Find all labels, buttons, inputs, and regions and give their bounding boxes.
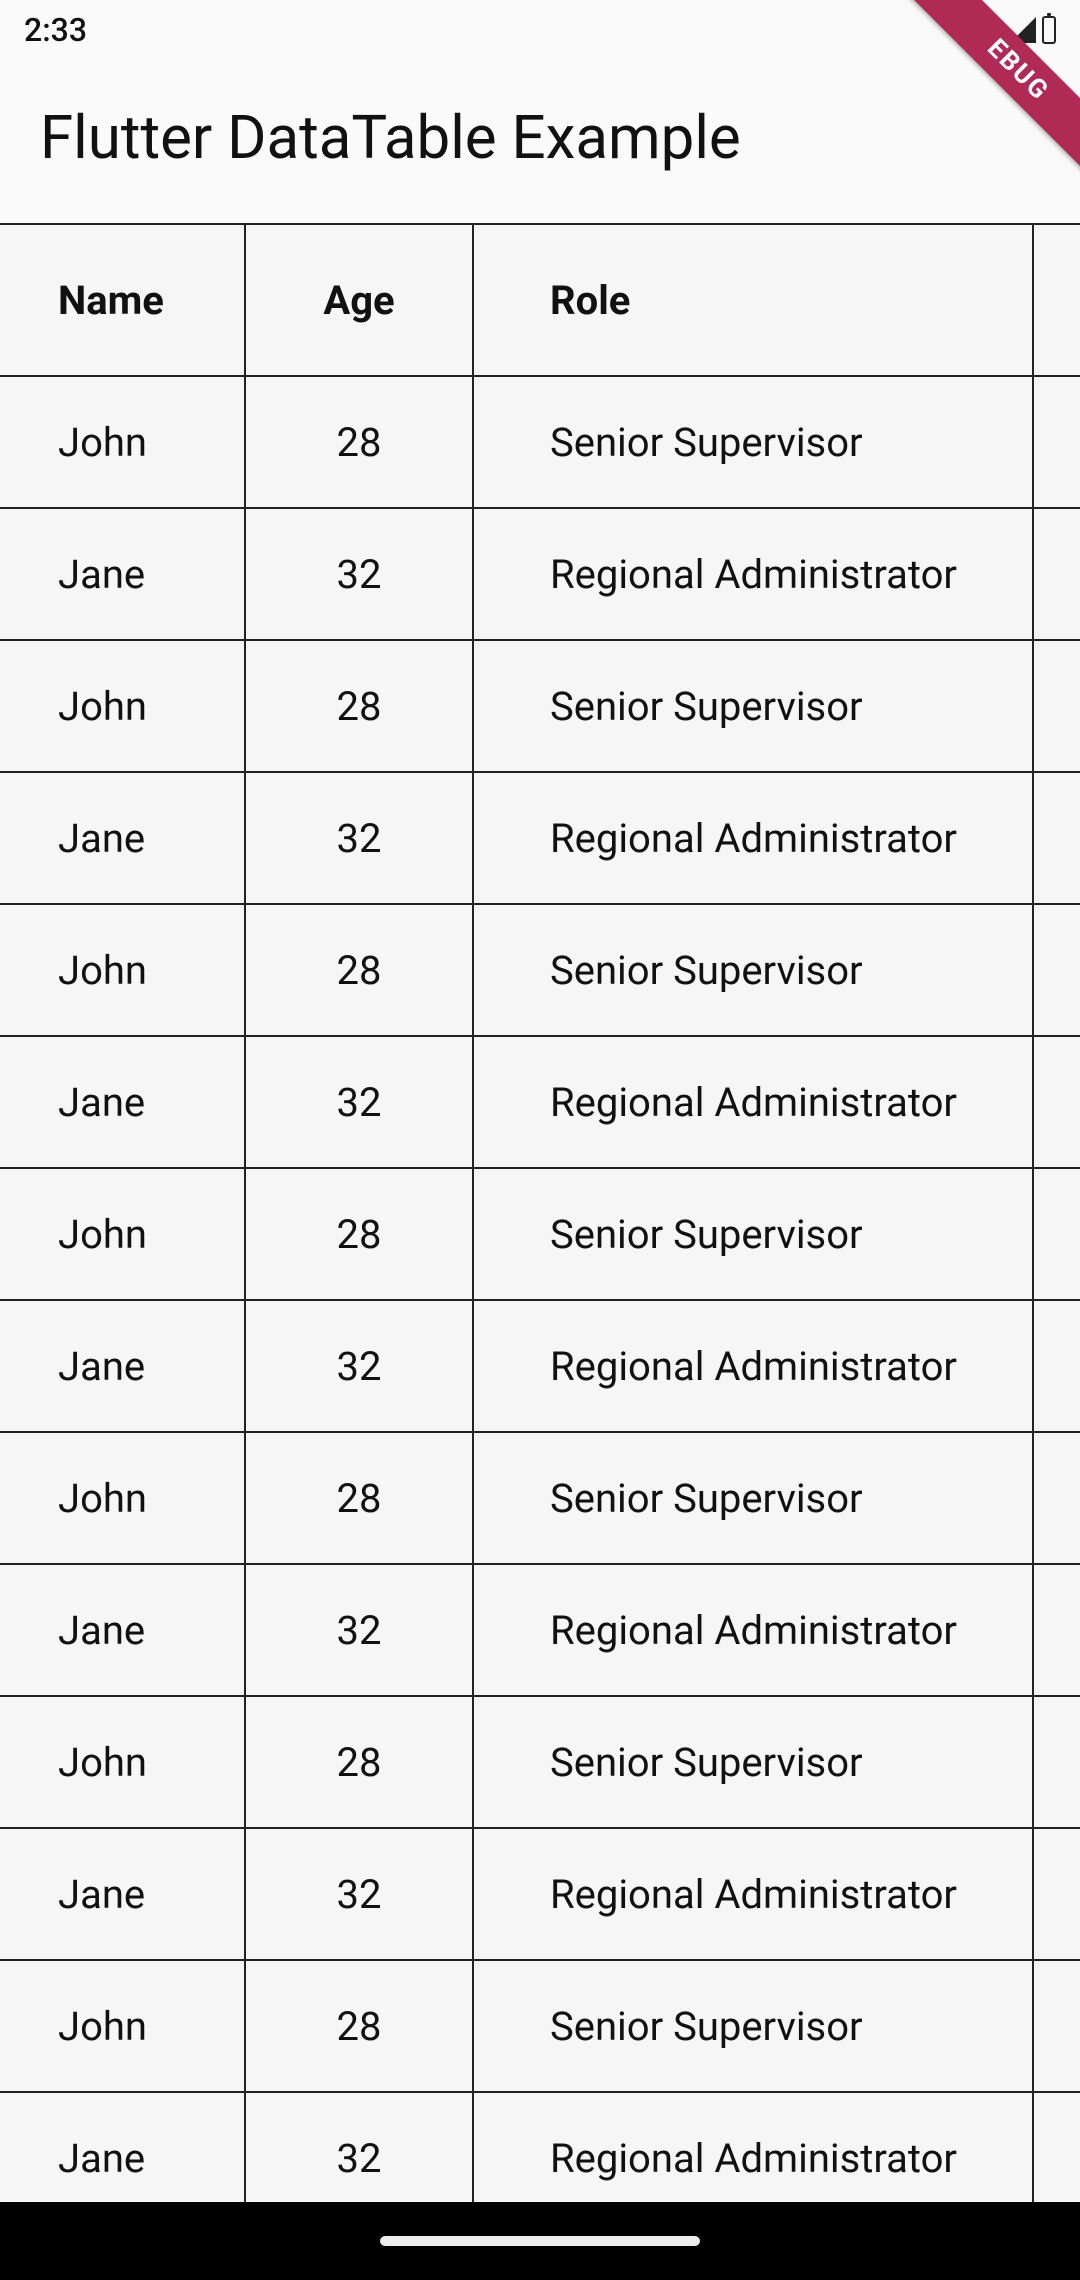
cell-role: Senior Supervisor	[473, 904, 1033, 1036]
cell-name: John	[0, 1168, 245, 1300]
cell-role: Senior Supervisor	[473, 1168, 1033, 1300]
table-row[interactable]: John28Senior Supervisor	[0, 640, 1080, 772]
cell-age: 28	[245, 376, 473, 508]
cell-name: John	[0, 1960, 245, 2092]
cell-age: 32	[245, 508, 473, 640]
table-row[interactable]: Jane32Regional Administrator	[0, 772, 1080, 904]
cell-name: Jane	[0, 1300, 245, 1432]
table-row[interactable]: Jane32Regional Administrator	[0, 1564, 1080, 1696]
cell-empty	[1033, 1828, 1080, 1960]
table-row[interactable]: Jane32Regional Administrator	[0, 508, 1080, 640]
cell-role: Regional Administrator	[473, 508, 1033, 640]
cell-name: John	[0, 1696, 245, 1828]
header-name[interactable]: Name	[0, 224, 245, 376]
table-header-row: Name Age Role	[0, 224, 1080, 376]
cell-age: 32	[245, 1564, 473, 1696]
cell-empty	[1033, 772, 1080, 904]
cell-empty	[1033, 904, 1080, 1036]
cell-role: Senior Supervisor	[473, 1696, 1033, 1828]
cell-age: 28	[245, 1696, 473, 1828]
cell-role: Regional Administrator	[473, 1036, 1033, 1168]
cell-empty	[1033, 376, 1080, 508]
header-empty	[1033, 224, 1080, 376]
cell-name: Jane	[0, 1036, 245, 1168]
cell-role: Senior Supervisor	[473, 1960, 1033, 2092]
cell-role: Senior Supervisor	[473, 640, 1033, 772]
table-row[interactable]: John28Senior Supervisor	[0, 1168, 1080, 1300]
battery-icon	[1042, 16, 1056, 44]
table-row[interactable]: Jane32Regional Administrator	[0, 1036, 1080, 1168]
page-title: Flutter DataTable Example	[0, 60, 1080, 223]
cell-name: Jane	[0, 1564, 245, 1696]
nav-pill-icon[interactable]	[380, 2236, 700, 2246]
cell-empty	[1033, 1168, 1080, 1300]
cell-age: 32	[245, 1300, 473, 1432]
status-time: 2:33	[24, 11, 87, 49]
cell-role: Senior Supervisor	[473, 376, 1033, 508]
cell-age: 32	[245, 1036, 473, 1168]
cell-age: 28	[245, 640, 473, 772]
cell-empty	[1033, 1300, 1080, 1432]
android-nav-bar[interactable]	[0, 2202, 1080, 2280]
cell-role: Regional Administrator	[473, 1564, 1033, 1696]
cell-name: Jane	[0, 772, 245, 904]
cell-age: 32	[245, 1828, 473, 1960]
cell-empty	[1033, 508, 1080, 640]
cell-name: Jane	[0, 1828, 245, 1960]
cell-name: John	[0, 376, 245, 508]
header-role[interactable]: Role	[473, 224, 1033, 376]
table-row[interactable]: John28Senior Supervisor	[0, 376, 1080, 508]
cell-name: John	[0, 640, 245, 772]
cell-age: 32	[245, 772, 473, 904]
table-row[interactable]: John28Senior Supervisor	[0, 1432, 1080, 1564]
cell-age: 28	[245, 904, 473, 1036]
cell-empty	[1033, 1960, 1080, 2092]
cell-role: Regional Administrator	[473, 1300, 1033, 1432]
cell-empty	[1033, 1036, 1080, 1168]
cell-empty	[1033, 1696, 1080, 1828]
status-bar: 2:33	[0, 0, 1080, 60]
header-age[interactable]: Age	[245, 224, 473, 376]
cell-role: Regional Administrator	[473, 1828, 1033, 1960]
cell-name: John	[0, 1432, 245, 1564]
cell-empty	[1033, 1564, 1080, 1696]
cell-role: Senior Supervisor	[473, 1432, 1033, 1564]
cell-age: 28	[245, 1168, 473, 1300]
table-row[interactable]: John28Senior Supervisor	[0, 1696, 1080, 1828]
cell-age: 28	[245, 1960, 473, 2092]
table-row[interactable]: John28Senior Supervisor	[0, 1960, 1080, 2092]
cell-age: 28	[245, 1432, 473, 1564]
cell-name: John	[0, 904, 245, 1036]
table-row[interactable]: Jane32Regional Administrator	[0, 1300, 1080, 1432]
table-row[interactable]: John28Senior Supervisor	[0, 904, 1080, 1036]
data-table[interactable]: Name Age Role John28Senior SupervisorJan…	[0, 223, 1080, 2225]
cell-empty	[1033, 640, 1080, 772]
cell-role: Regional Administrator	[473, 772, 1033, 904]
cell-name: Jane	[0, 508, 245, 640]
cell-empty	[1033, 1432, 1080, 1564]
table-row[interactable]: Jane32Regional Administrator	[0, 1828, 1080, 1960]
